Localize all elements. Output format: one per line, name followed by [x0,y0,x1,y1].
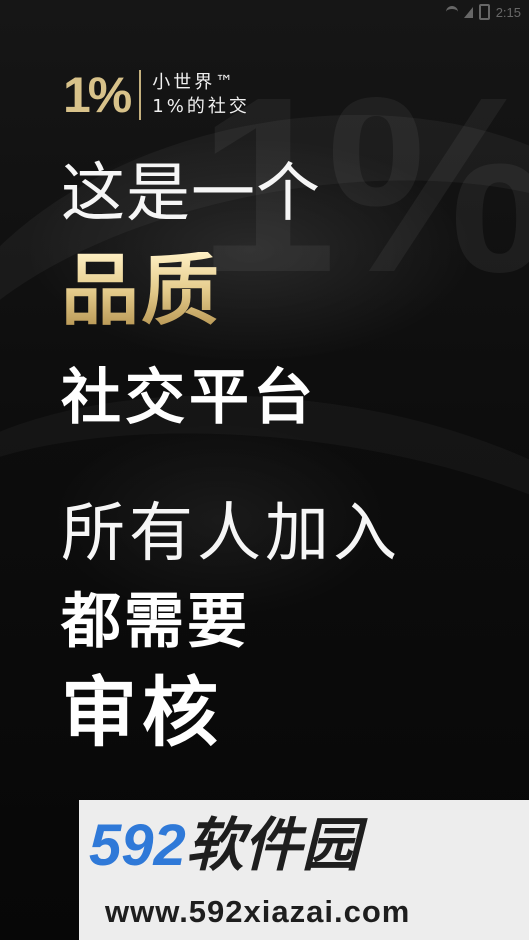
headline-review: 审核 [61,668,223,757]
logo-mark: 1% [63,67,132,123]
battery-icon [478,4,490,20]
site-watermark-url: www.592xiazai.com [105,894,411,929]
site-watermark-chinese: 软件园 [185,811,360,879]
status-bar: 2:15 [445,4,521,20]
headline-social-platform: 社交平台 [61,363,317,433]
splash-screen: 1% 2:15 1% 小世界™ 1%的社交 这是一个 品质 社交平台 所有人加入… [0,0,529,940]
headline-quality: 品质 [61,246,222,336]
brand-text: 小世界™ 1%的社交 [152,71,250,119]
site-watermark-title: 592软件园 [89,816,360,875]
signal-icon [463,6,473,18]
brand-slogan: 1%的社交 [152,96,250,117]
app-logo: 1% 小世界™ 1%的社交 [63,70,250,120]
wifi-icon [445,5,458,19]
site-watermark-number: 592 [89,813,186,878]
status-time: 2:15 [495,4,521,20]
headline-everyone-join: 所有人加入 [61,497,401,571]
site-watermark: 592软件园 www.592xiazai.com [79,800,529,940]
logo-divider [139,70,142,120]
brand-name: 小世界™ [152,72,237,93]
headline-line-1: 这是一个 [61,157,321,231]
headline-all-need: 都需要 [61,587,250,657]
